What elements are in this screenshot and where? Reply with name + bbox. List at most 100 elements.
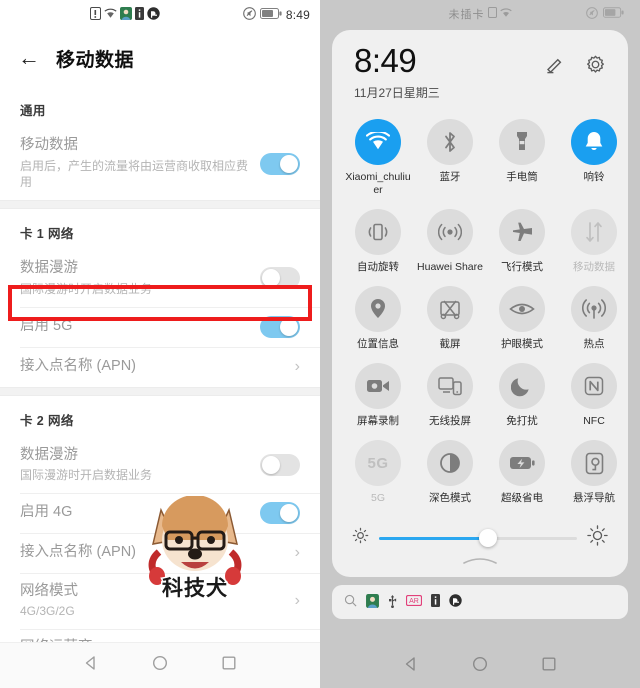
- row-text: 网络模式 4G/3G/2G: [20, 582, 289, 620]
- notification-shortcut-bar[interactable]: AR: [332, 585, 628, 620]
- chevron-right-icon: ›: [294, 592, 300, 610]
- location-pin-icon: [355, 286, 401, 333]
- tile-airplane[interactable]: 飞行模式: [486, 205, 558, 280]
- screenshot-icon: [427, 286, 473, 333]
- flashlight-icon: [499, 118, 545, 165]
- toggle-data-roaming-sim2[interactable]: [260, 453, 300, 476]
- back-nav-icon[interactable]: [403, 656, 419, 677]
- toggle-enable-5g[interactable]: [260, 315, 300, 338]
- carrier-status: 未插卡: [449, 6, 512, 22]
- wifi-icon: [499, 7, 512, 21]
- sim-icon: [487, 7, 497, 21]
- brightness-control: [336, 515, 624, 555]
- row-text: 移动数据 启用后，产生的流量将由运营商收取相应费用: [20, 136, 260, 191]
- tile-label: 手电筒: [506, 170, 538, 183]
- settings-row-enable-4g[interactable]: 启用 4G: [0, 492, 320, 533]
- brightness-slider[interactable]: [379, 529, 577, 548]
- left-app-header: ← 移动数据: [0, 30, 320, 86]
- tile-label: 热点: [583, 338, 605, 351]
- bell-icon: [571, 118, 617, 165]
- right-status-icons: [586, 6, 624, 22]
- tile-screenshot[interactable]: 截屏: [414, 282, 486, 357]
- row-title: 移动数据: [20, 137, 78, 153]
- recents-nav-icon[interactable]: [541, 656, 557, 677]
- tile-wifi[interactable]: Xiaomi_chuliuer: [342, 115, 414, 203]
- tile-label: 截屏: [439, 338, 461, 351]
- dnd-icon: [147, 7, 160, 23]
- toggle-data-roaming-sim1[interactable]: [260, 267, 300, 290]
- gear-icon[interactable]: [585, 54, 606, 80]
- settings-row-apn-sim2[interactable]: 接入点名称 (APN) ›: [0, 532, 320, 573]
- settings-row-mobile-data[interactable]: 移动数据 启用后，产生的流量将由运营商收取相应费用: [0, 127, 320, 200]
- row-title: 启用 5G: [20, 317, 73, 334]
- back-button[interactable]: ←: [18, 47, 40, 69]
- tile-5g[interactable]: 5G 5G: [342, 436, 414, 511]
- sim-alert-icon: [90, 7, 101, 23]
- tile-bluetooth[interactable]: 蓝牙: [414, 115, 486, 203]
- tile-label: 超级省电: [501, 492, 543, 505]
- toggle-enable-4g[interactable]: [260, 501, 300, 524]
- tile-floating-nav[interactable]: 悬浮导航: [558, 436, 630, 511]
- recents-nav-icon[interactable]: [221, 655, 237, 676]
- tile-label: 5G: [370, 492, 385, 505]
- row-text: 启用 5G: [20, 317, 260, 337]
- tile-label: 响铃: [583, 170, 605, 183]
- settings-row-data-roaming-sim2[interactable]: 数据漫游 国际漫游时开启数据业务: [0, 437, 320, 493]
- settings-row-data-roaming-sim1[interactable]: 数据漫游 国际漫游时开启数据业务: [0, 250, 320, 306]
- tile-wireless-cast[interactable]: 无线投屏: [414, 359, 486, 434]
- wifi-icon: [104, 8, 117, 22]
- tile-label: NFC: [583, 415, 605, 428]
- row-title: 网络运营商: [20, 638, 279, 642]
- toggle-mobile-data[interactable]: [260, 152, 300, 175]
- tile-label: 飞行模式: [501, 260, 543, 273]
- tile-label: Huawei Share: [417, 260, 483, 273]
- tile-flashlight[interactable]: 手电筒: [486, 115, 558, 203]
- auto-rotate-icon: [355, 208, 401, 255]
- back-nav-icon[interactable]: [83, 655, 99, 676]
- tile-hotspot[interactable]: 热点: [558, 282, 630, 357]
- carrier-label: 未插卡: [448, 9, 485, 21]
- row-text: 数据漫游 国际漫游时开启数据业务: [20, 446, 260, 484]
- right-navigation-bar: [320, 644, 640, 688]
- home-nav-icon[interactable]: [472, 656, 488, 677]
- tile-label: 免打扰: [506, 415, 538, 428]
- search-icon[interactable]: [344, 594, 357, 610]
- row-text: 接入点名称 (APN): [20, 357, 289, 377]
- app-icon: [120, 7, 132, 23]
- tile-eye-comfort[interactable]: 护眼模式: [486, 282, 558, 357]
- data-arrows-icon: [571, 208, 617, 255]
- battery-charge-icon: [499, 440, 545, 487]
- tile-do-not-disturb[interactable]: 免打扰: [486, 359, 558, 434]
- tile-huawei-share[interactable]: Huawei Share: [414, 205, 486, 280]
- dnd-icon: [449, 594, 462, 610]
- row-text: 网络运营商 手动或自动选择: [20, 638, 289, 642]
- tile-ring[interactable]: 响铃: [558, 115, 630, 203]
- pull-handle-icon[interactable]: [336, 555, 624, 569]
- svg-text:AR: AR: [409, 598, 419, 605]
- tile-nfc[interactable]: NFC: [558, 359, 630, 434]
- tile-dark-mode[interactable]: 深色模式: [414, 436, 486, 511]
- tile-label: 屏幕录制: [357, 415, 399, 428]
- slider-knob[interactable]: [478, 529, 497, 548]
- tile-mobile-data[interactable]: 移动数据: [558, 205, 630, 280]
- row-subtitle: 国际漫游时开启数据业务: [20, 281, 153, 296]
- row-title: 数据漫游: [20, 446, 78, 463]
- settings-row-network-mode[interactable]: 网络模式 4G/3G/2G ›: [0, 572, 320, 629]
- tile-screen-record[interactable]: 屏幕录制: [342, 359, 414, 434]
- settings-row-enable-5g[interactable]: 启用 5G: [0, 306, 320, 347]
- slider-fill: [379, 537, 488, 541]
- wifi-icon: [355, 118, 401, 165]
- video-camera-icon: [355, 363, 401, 410]
- tile-label: 蓝牙: [439, 170, 461, 183]
- section-heading-sim2: 卡 2 网络: [20, 413, 74, 428]
- tile-location[interactable]: 位置信息: [342, 282, 414, 357]
- battery-icon: [259, 8, 282, 22]
- pencil-icon[interactable]: [544, 54, 565, 80]
- settings-row-network-operator[interactable]: 网络运营商 手动或自动选择 ›: [0, 629, 320, 642]
- tile-ultra-saver[interactable]: 超级省电: [486, 436, 558, 511]
- home-nav-icon[interactable]: [152, 655, 168, 676]
- tile-label: 移动数据: [573, 260, 615, 273]
- tile-auto-rotate[interactable]: 自动旋转: [342, 205, 414, 280]
- section-divider: [0, 386, 320, 396]
- settings-row-apn-sim1[interactable]: 接入点名称 (APN) ›: [0, 346, 320, 387]
